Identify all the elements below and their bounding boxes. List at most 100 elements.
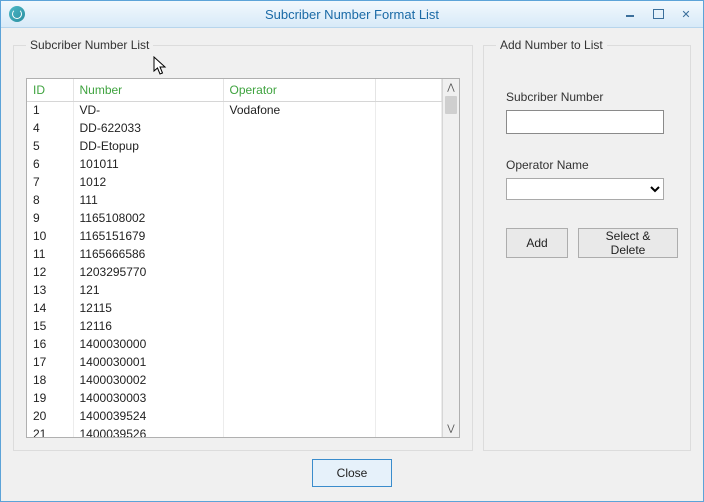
- table-row[interactable]: 1VD-Vodafone: [27, 101, 442, 119]
- cell-extra[interactable]: [375, 353, 442, 371]
- col-header-number[interactable]: Number: [73, 79, 223, 101]
- col-header-id[interactable]: ID: [27, 79, 73, 101]
- cell-id[interactable]: 11: [27, 245, 73, 263]
- table-row[interactable]: 8111: [27, 191, 442, 209]
- table-row[interactable]: 181400030002: [27, 371, 442, 389]
- cell-number[interactable]: 1400030003: [73, 389, 223, 407]
- cell-operator[interactable]: [223, 299, 375, 317]
- cell-operator[interactable]: [223, 209, 375, 227]
- cell-number[interactable]: 1400039524: [73, 407, 223, 425]
- cell-operator[interactable]: [223, 353, 375, 371]
- cell-id[interactable]: 19: [27, 389, 73, 407]
- cell-extra[interactable]: [375, 245, 442, 263]
- cell-number[interactable]: 1400030002: [73, 371, 223, 389]
- table-header-row[interactable]: ID Number Operator: [27, 79, 442, 101]
- cell-operator[interactable]: [223, 137, 375, 155]
- table-row[interactable]: 5DD-Etopup: [27, 137, 442, 155]
- cell-number[interactable]: 1203295770: [73, 263, 223, 281]
- cell-operator[interactable]: [223, 227, 375, 245]
- cell-operator[interactable]: Vodafone: [223, 101, 375, 119]
- cell-id[interactable]: 18: [27, 371, 73, 389]
- cell-operator[interactable]: [223, 281, 375, 299]
- col-header-operator[interactable]: Operator: [223, 79, 375, 101]
- cell-extra[interactable]: [375, 371, 442, 389]
- cell-extra[interactable]: [375, 209, 442, 227]
- cell-number[interactable]: 1165151679: [73, 227, 223, 245]
- cell-id[interactable]: 1: [27, 101, 73, 119]
- cell-id[interactable]: 13: [27, 281, 73, 299]
- add-button[interactable]: Add: [506, 228, 568, 258]
- close-window-button[interactable]: [673, 4, 699, 24]
- cell-operator[interactable]: [223, 263, 375, 281]
- cell-number[interactable]: DD-622033: [73, 119, 223, 137]
- cell-operator[interactable]: [223, 173, 375, 191]
- scroll-down-button[interactable]: ⋁: [443, 420, 459, 437]
- minimize-button[interactable]: [617, 4, 643, 24]
- cell-operator[interactable]: [223, 245, 375, 263]
- cell-extra[interactable]: [375, 425, 442, 437]
- maximize-button[interactable]: [645, 4, 671, 24]
- cell-operator[interactable]: [223, 191, 375, 209]
- cell-id[interactable]: 10: [27, 227, 73, 245]
- cell-id[interactable]: 21: [27, 425, 73, 437]
- table-row[interactable]: 191400030003: [27, 389, 442, 407]
- cell-extra[interactable]: [375, 227, 442, 245]
- cell-number[interactable]: DD-Etopup: [73, 137, 223, 155]
- cell-extra[interactable]: [375, 101, 442, 119]
- table-row[interactable]: 111165666586: [27, 245, 442, 263]
- cell-id[interactable]: 16: [27, 335, 73, 353]
- cell-operator[interactable]: [223, 407, 375, 425]
- cell-id[interactable]: 12: [27, 263, 73, 281]
- cell-number[interactable]: 12115: [73, 299, 223, 317]
- cell-operator[interactable]: [223, 335, 375, 353]
- cell-extra[interactable]: [375, 263, 442, 281]
- cell-id[interactable]: 8: [27, 191, 73, 209]
- close-button[interactable]: Close: [312, 459, 392, 487]
- cell-id[interactable]: 15: [27, 317, 73, 335]
- cell-id[interactable]: 9: [27, 209, 73, 227]
- cell-number[interactable]: 111: [73, 191, 223, 209]
- cell-extra[interactable]: [375, 389, 442, 407]
- cell-number[interactable]: 1165108002: [73, 209, 223, 227]
- cell-id[interactable]: 17: [27, 353, 73, 371]
- table-row[interactable]: 101165151679: [27, 227, 442, 245]
- table-row[interactable]: 211400039526: [27, 425, 442, 437]
- table-row[interactable]: 201400039524: [27, 407, 442, 425]
- cell-number[interactable]: 12116: [73, 317, 223, 335]
- select-delete-button[interactable]: Select & Delete: [578, 228, 678, 258]
- cell-number[interactable]: 121: [73, 281, 223, 299]
- cell-extra[interactable]: [375, 335, 442, 353]
- cell-extra[interactable]: [375, 407, 442, 425]
- cell-operator[interactable]: [223, 317, 375, 335]
- cell-operator[interactable]: [223, 155, 375, 173]
- table-row[interactable]: 71012: [27, 173, 442, 191]
- cell-id[interactable]: 6: [27, 155, 73, 173]
- cell-operator[interactable]: [223, 425, 375, 437]
- table-row[interactable]: 161400030000: [27, 335, 442, 353]
- subscriber-table[interactable]: ID Number Operator 1VD-Vodafone4DD-62203…: [27, 79, 442, 437]
- cell-extra[interactable]: [375, 299, 442, 317]
- table-row[interactable]: 6101011: [27, 155, 442, 173]
- cell-operator[interactable]: [223, 371, 375, 389]
- scroll-track[interactable]: [443, 96, 459, 420]
- cell-extra[interactable]: [375, 119, 442, 137]
- col-header-extra[interactable]: [375, 79, 442, 101]
- cell-number[interactable]: 1400039526: [73, 425, 223, 437]
- cell-number[interactable]: 101011: [73, 155, 223, 173]
- table-row[interactable]: 121203295770: [27, 263, 442, 281]
- table-row[interactable]: 171400030001: [27, 353, 442, 371]
- cell-number[interactable]: 1012: [73, 173, 223, 191]
- cell-extra[interactable]: [375, 317, 442, 335]
- cell-extra[interactable]: [375, 137, 442, 155]
- table-row[interactable]: 13121: [27, 281, 442, 299]
- table-row[interactable]: 4DD-622033: [27, 119, 442, 137]
- table-row[interactable]: 1512116: [27, 317, 442, 335]
- titlebar[interactable]: Subcriber Number Format List: [1, 1, 703, 28]
- cell-id[interactable]: 7: [27, 173, 73, 191]
- scroll-up-button[interactable]: ⋀: [443, 79, 459, 96]
- cell-number[interactable]: 1400030001: [73, 353, 223, 371]
- vertical-scrollbar[interactable]: ⋀ ⋁: [442, 79, 459, 437]
- cell-id[interactable]: 20: [27, 407, 73, 425]
- operator-name-select[interactable]: [506, 178, 664, 200]
- subscriber-number-input[interactable]: [506, 110, 664, 134]
